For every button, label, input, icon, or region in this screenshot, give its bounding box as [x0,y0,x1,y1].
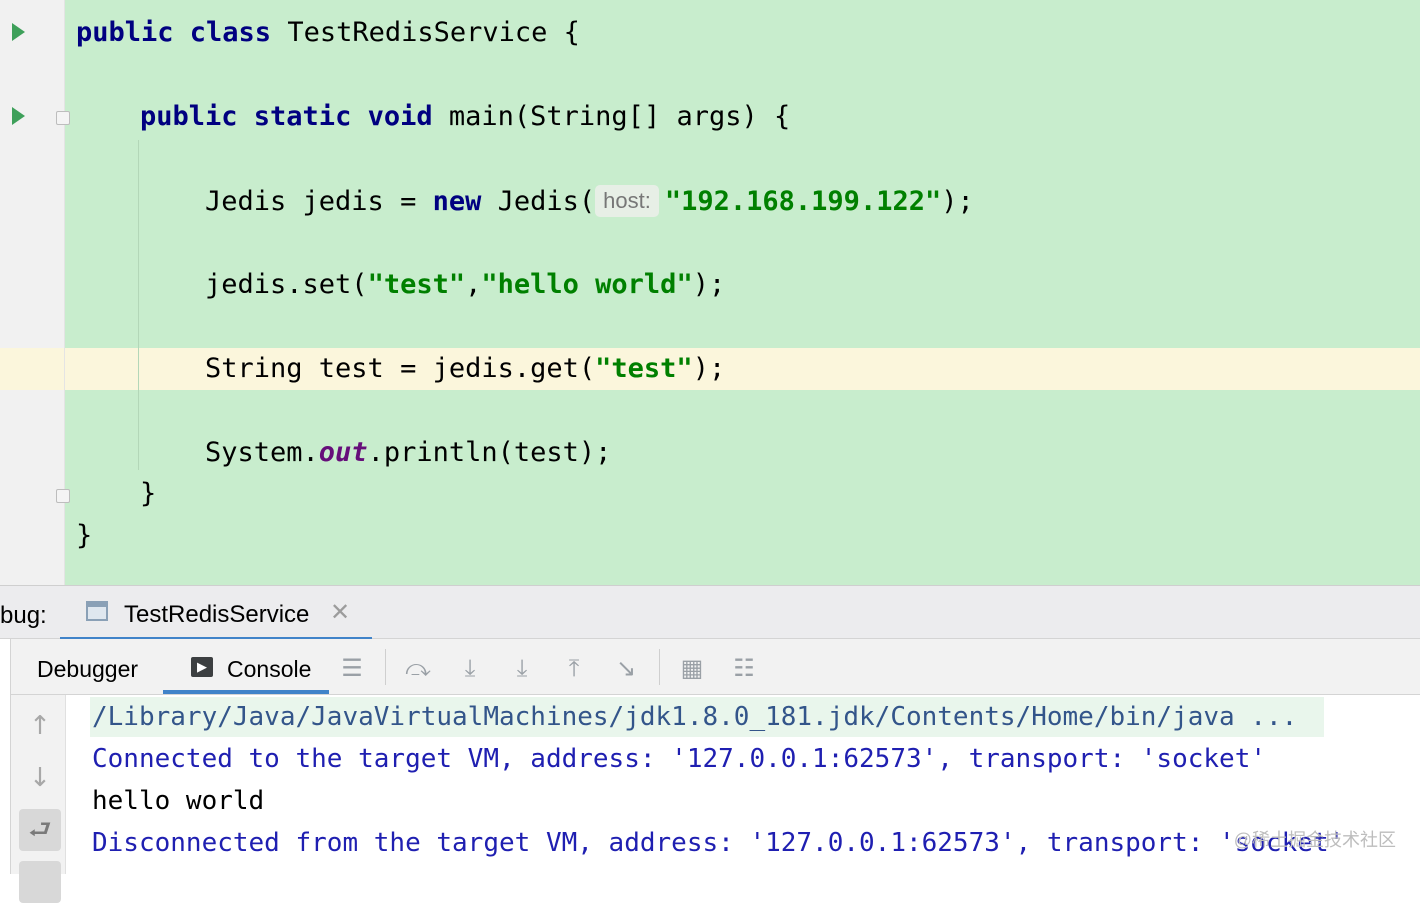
code-text: .println(test); [367,437,612,468]
method-signature: main(String[] args) { [448,101,791,132]
run-main-icon[interactable] [12,107,25,125]
string-literal: "hello world" [481,269,693,300]
up-arrow-icon[interactable]: ↑ [25,711,55,741]
tab-console-label: Console [227,656,312,682]
static-field: out [318,437,368,468]
console-output[interactable]: /Library/Java/JavaVirtualMachines/jdk1.8… [66,695,1420,874]
string-literal: "192.168.199.122" [664,186,942,217]
gutter-current-line [0,348,64,390]
code-editor[interactable]: public class TestRedisService { public s… [0,0,1420,585]
trace-icon[interactable]: ☷ [729,653,759,683]
close-icon[interactable]: ✕ [330,598,350,627]
console-line-command: /Library/Java/JavaVirtualMachines/jdk1.8… [92,702,1298,732]
code-line-6[interactable]: System.out.println(test); [205,437,611,469]
code-line-5[interactable]: String test = jedis.get("test"); [205,353,725,385]
code-text: String test = jedis.get( [205,353,596,384]
closing-brace: } [76,520,93,551]
run-to-cursor-icon[interactable]: ↘ [611,653,641,683]
tab-debugger-label: Debugger [37,656,139,682]
threads-icon[interactable]: ☰ [337,653,367,683]
console-line-disconnected: Disconnected from the target VM, address… [92,828,1345,858]
keyword: public static void [140,101,433,132]
code-text: ); [692,353,726,384]
active-tab-indicator [163,690,329,694]
code-line-8[interactable]: } [76,520,92,552]
soft-wrap-icon: ⮐ [28,815,52,845]
code-text: jedis.set( [205,269,368,300]
fold-start-icon[interactable] [56,111,70,125]
code-line-2[interactable]: public static void main(String[] args) { [140,101,790,133]
parameter-hint: host: [595,185,659,217]
down-arrow-icon[interactable]: ↓ [25,763,55,793]
keyword: public class [76,17,272,48]
scroll-to-end-button[interactable] [19,861,61,903]
closing-brace: } [140,478,157,509]
session-tab[interactable]: TestRedisService ✕ [60,586,372,641]
watermark: @稀土掘金技术社区 [1233,830,1396,850]
code-text: , [465,269,482,300]
code-text: ); [941,186,974,217]
console-line-output: hello world [92,786,265,816]
debug-toolbar: Debugger Console ▶ ☰ ⤼ ⤓ ⤓ ⤒ ↘ ▦ ☷ [10,639,1420,695]
toolbar-separator [659,649,660,685]
console-icon: ▶ [191,657,213,677]
keyword: new [432,186,482,217]
code-text: Jedis jedis = [205,186,433,217]
code-line-3[interactable]: Jedis jedis = new Jedis(host: "192.168.19… [205,185,974,218]
soft-wrap-button[interactable]: ⮐ [19,809,61,851]
string-literal: "test" [595,353,693,384]
code-line-1[interactable]: public class TestRedisService { [76,17,580,49]
code-text: System. [205,437,319,468]
debug-tool-window-header: bug: TestRedisService ✕ [0,585,1420,641]
tab-debugger[interactable]: Debugger [11,639,161,695]
class-name: TestRedisService { [287,17,580,48]
console-side-toolbar: ↑ ↓ ⮐ [10,695,66,903]
code-line-4[interactable]: jedis.set("test","hello world"); [205,269,725,301]
code-line-7[interactable]: } [140,478,156,510]
evaluate-expression-icon[interactable]: ▦ [677,653,707,683]
fold-end-icon[interactable] [56,489,70,503]
step-out-icon[interactable]: ⤒ [559,653,589,683]
debug-label: bug: [0,602,47,629]
code-text: ); [692,269,726,300]
run-class-icon[interactable] [12,23,25,41]
code-text: Jedis( [497,186,596,217]
step-over-icon[interactable]: ⤼ [403,653,433,683]
console-line-connected: Connected to the target VM, address: '12… [92,744,1266,774]
editor-gutter [0,0,70,585]
toolbar-separator [385,649,386,685]
application-icon [86,601,108,621]
indent-guide [138,140,139,470]
string-literal: "test" [367,269,466,300]
step-into-icon[interactable]: ⤓ [455,653,485,683]
force-step-into-icon[interactable]: ⤓ [507,653,537,683]
session-tab-label: TestRedisService [124,601,310,628]
tab-console[interactable]: Console [163,639,329,695]
